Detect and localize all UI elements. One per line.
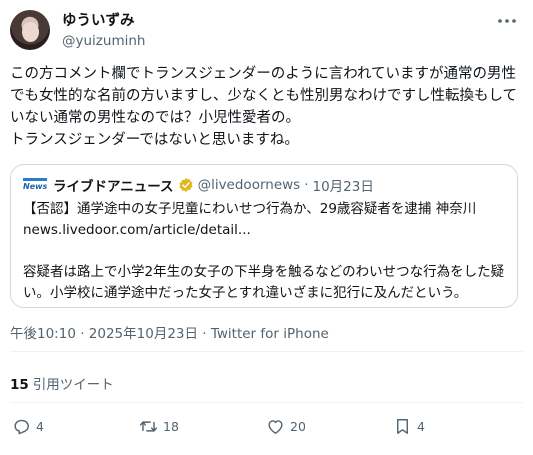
quoted-text: 【否認】通学途中の女子児童にわいせつ行為か、29歳容疑者を逮捕 神奈川 news… xyxy=(23,201,505,301)
quoted-tweet[interactable]: News ライブドアニュース @livedoornews · 10月23日 【否… xyxy=(10,164,518,308)
author-block: ゆういずみ @yuizuminh xyxy=(62,12,145,50)
bookmark-button[interactable]: 4 xyxy=(393,414,425,438)
quote-stats[interactable]: 15 引用ツイート xyxy=(10,373,114,393)
retweet-count: 18 xyxy=(163,418,179,434)
author-handle[interactable]: @yuizuminh xyxy=(62,32,145,50)
heart-icon xyxy=(268,419,283,434)
reply-count: 4 xyxy=(36,418,44,434)
reply-icon xyxy=(14,419,29,434)
divider xyxy=(10,351,523,352)
avatar-face xyxy=(22,22,39,42)
quoted-date: 10月23日 xyxy=(312,179,374,195)
retweet-icon xyxy=(139,420,158,432)
tweet-timestamp[interactable]: 午後10:10 · 2025年10月23日 · Twitter for iPho… xyxy=(10,322,329,342)
quoted-author-name: ライブドアニュース xyxy=(53,179,174,195)
like-button[interactable]: 20 xyxy=(266,414,306,438)
like-count: 20 xyxy=(290,418,306,434)
reply-button[interactable]: 4 xyxy=(12,414,44,438)
retweet-button[interactable]: 18 xyxy=(139,414,179,438)
author-display-name[interactable]: ゆういずみ xyxy=(62,12,145,30)
bookmark-count: 4 xyxy=(417,418,425,434)
bookmark-icon xyxy=(397,418,408,434)
action-bar: 4 18 20 4 xyxy=(12,414,482,438)
meta-separator: · xyxy=(304,177,309,193)
tweet-header: ゆういずみ @yuizuminh xyxy=(10,10,523,54)
divider xyxy=(10,402,523,403)
quote-label: 引用ツイート xyxy=(32,377,114,393)
logo-text: News xyxy=(23,182,48,191)
quoted-handle: @livedoornews xyxy=(197,177,301,193)
livedoor-news-logo: News xyxy=(23,177,47,193)
more-options-icon[interactable] xyxy=(497,14,517,28)
avatar[interactable] xyxy=(10,10,50,50)
verified-badge-icon xyxy=(178,178,193,192)
tweet-text: この方コメント欄でトランスジェンダーのように言われていますが通常の男性でも女性的… xyxy=(10,66,518,148)
logo-bar xyxy=(23,178,47,181)
quoted-tweet-header: News ライブドアニュース @livedoornews · 10月23日 xyxy=(23,175,505,195)
quote-count: 15 xyxy=(10,377,29,393)
